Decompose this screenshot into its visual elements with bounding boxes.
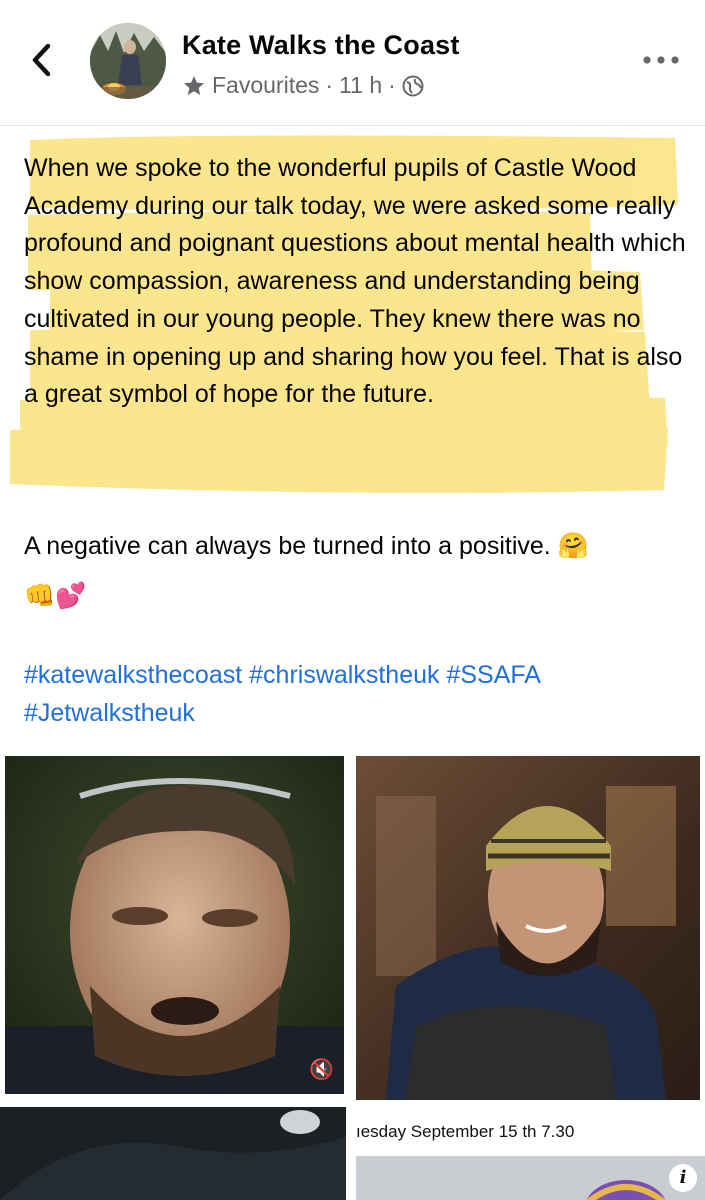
hashtag-jetwalkstheuk[interactable]: #Jetwalkstheuk (24, 699, 195, 727)
post-line-positive: A negative can always be turned into a p… (24, 532, 589, 560)
back-arrow-icon[interactable] (22, 38, 66, 82)
photo-event-graphic[interactable]: ıesday September 15 th 7.30 i (356, 1110, 705, 1200)
meta-separator: · (325, 72, 334, 98)
post-paragraph: When we spoke to the wonderful pupils of… (24, 154, 686, 409)
avatar[interactable] (90, 23, 166, 99)
event-image (356, 1152, 705, 1200)
photo-image-dark (0, 1107, 346, 1200)
photo-image (356, 756, 700, 1100)
post-time[interactable]: 11 h (339, 72, 382, 99)
globe-icon (402, 75, 424, 96)
star-icon (184, 75, 204, 95)
avatar-photo (90, 23, 166, 99)
audience-label: Favourites (212, 72, 320, 98)
photo-video-thumbnail[interactable]: 🔇 (5, 756, 344, 1094)
mute-icon[interactable]: 🔇 (309, 1057, 334, 1082)
hashtags: #katewalksthecoast #chriswalkstheuk #SSA… (24, 656, 684, 732)
photo-dark[interactable] (0, 1107, 346, 1200)
event-caption: ıesday September 15 th 7.30 (356, 1122, 575, 1141)
post-body: When we spoke to the wonderful pupils of… (24, 150, 689, 414)
post-meta: Favourites · 11 h · (182, 72, 424, 99)
info-icon[interactable]: i (669, 1164, 697, 1192)
hashtag-chriswalkstheuk[interactable]: #chriswalkstheuk (249, 661, 439, 689)
post-emojis: 👊💕 (24, 582, 87, 610)
meta-separator-2: · (388, 72, 396, 98)
hashtag-ssafa[interactable]: #SSAFA (446, 661, 541, 689)
page-title[interactable]: Kate Walks the Coast (182, 30, 460, 61)
post-header: Kate Walks the Coast Favourites · 11 h · (0, 0, 705, 126)
photo-man-beanie[interactable] (356, 756, 700, 1100)
hashtag-katewalksthecoast[interactable]: #katewalksthecoast (24, 661, 242, 689)
video-still (5, 756, 344, 1094)
more-options-icon[interactable] (640, 48, 682, 72)
